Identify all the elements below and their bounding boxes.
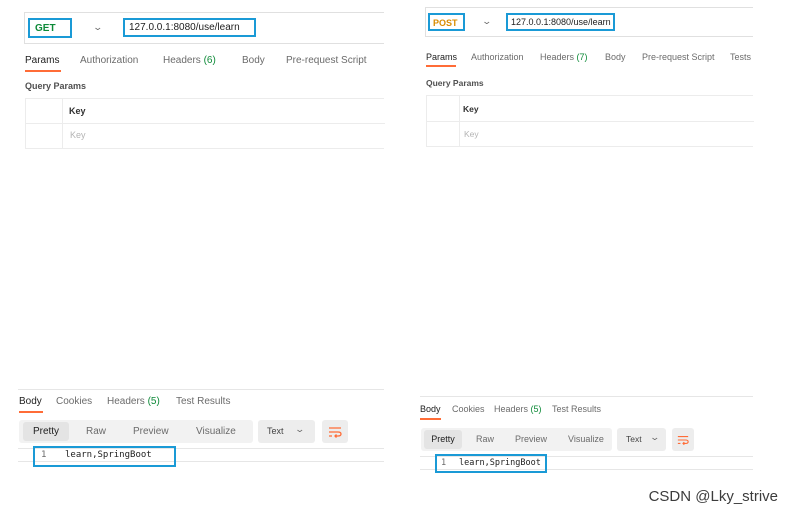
- right-response-tab-headers[interactable]: Headers (5): [494, 404, 542, 414]
- wrap-lines-icon: [329, 426, 342, 438]
- left-response-tab-headers-count: (5): [147, 396, 160, 407]
- right-tab-authorization[interactable]: Authorization: [471, 52, 524, 62]
- left-format-pretty-button[interactable]: Pretty: [23, 422, 69, 441]
- right-format-visualize-button[interactable]: Visualize: [568, 434, 604, 444]
- right-key-column-header: Key: [463, 104, 479, 114]
- right-wrap-lines-button[interactable]: [672, 428, 694, 451]
- left-response-tab-body[interactable]: Body: [19, 396, 42, 407]
- right-response-code-line: 1 learn,SpringBoot: [441, 458, 541, 468]
- right-format-pretty-button[interactable]: Pretty: [424, 430, 462, 449]
- left-response-code-line: 1 learn,SpringBoot: [41, 450, 152, 460]
- right-key-input[interactable]: Key: [464, 129, 479, 139]
- left-code-line-number: 1: [41, 450, 47, 460]
- right-method-label[interactable]: POST: [433, 16, 458, 30]
- right-response-tab-headers-count: (5): [530, 404, 542, 414]
- left-params-table-row-line: [26, 123, 385, 124]
- watermark: CSDN @Lky_strive: [648, 488, 778, 505]
- right-code-line-number: 1: [441, 458, 447, 468]
- left-response-tab-test-results[interactable]: Test Results: [176, 396, 230, 407]
- right-format-select-chevron-down-icon: ⌄: [649, 432, 661, 442]
- left-code-line-text: learn,SpringBoot: [65, 450, 152, 460]
- left-tab-body[interactable]: Body: [242, 55, 265, 66]
- left-url-input[interactable]: 127.0.0.1:8080/use/learn: [129, 22, 240, 33]
- left-response-tab-cookies[interactable]: Cookies: [56, 396, 92, 407]
- right-response-tab-headers-label: Headers: [494, 404, 529, 414]
- right-params-table-row-line: [427, 121, 754, 122]
- right-tab-headers-label: Headers: [540, 52, 575, 62]
- right-tab-body[interactable]: Body: [605, 52, 626, 62]
- right-format-select[interactable]: Text ⌄: [617, 428, 666, 451]
- right-url-input[interactable]: 127.0.0.1:8080/use/learn: [511, 17, 611, 27]
- right-response-tab-body[interactable]: Body: [420, 404, 441, 414]
- left-format-preview-button[interactable]: Preview: [133, 426, 169, 437]
- right-code-line-text: learn,SpringBoot: [459, 458, 541, 468]
- right-response-tab-body-underline: [420, 418, 441, 420]
- left-response-tab-headers[interactable]: Headers (5): [107, 396, 160, 407]
- left-tab-authorization[interactable]: Authorization: [80, 55, 138, 66]
- right-response-tab-test-results[interactable]: Test Results: [552, 404, 601, 414]
- left-tab-params-underline: [25, 70, 61, 72]
- left-method-chevron-down-icon[interactable]: ⌄: [92, 22, 103, 33]
- right-response-tab-cookies[interactable]: Cookies: [452, 404, 485, 414]
- wrap-lines-icon: [677, 435, 689, 445]
- left-tab-headers[interactable]: Headers (6): [163, 55, 216, 66]
- right-response-divider: [420, 396, 753, 397]
- left-tab-params[interactable]: Params: [25, 55, 59, 66]
- right-tab-params[interactable]: Params: [426, 52, 457, 62]
- left-tab-headers-count: (6): [203, 55, 216, 66]
- right-tab-tests[interactable]: Tests: [730, 52, 751, 62]
- left-format-raw-button[interactable]: Raw: [86, 426, 106, 437]
- left-format-select-value: Text: [267, 426, 284, 436]
- right-tab-params-underline: [426, 65, 456, 67]
- left-format-select[interactable]: Text ⌄: [258, 420, 315, 443]
- left-key-input[interactable]: Key: [70, 130, 86, 140]
- left-method-label[interactable]: GET: [35, 22, 56, 36]
- right-query-params-title: Query Params: [426, 78, 484, 88]
- right-tab-headers[interactable]: Headers (7): [540, 52, 588, 62]
- left-tab-pre-request-script[interactable]: Pre-request Script: [286, 55, 367, 66]
- right-tab-pre-request-script[interactable]: Pre-request Script: [642, 52, 715, 62]
- left-key-column-header: Key: [69, 106, 86, 116]
- left-format-visualize-button[interactable]: Visualize: [196, 426, 236, 437]
- left-format-select-chevron-down-icon: ⌄: [294, 424, 306, 434]
- right-format-raw-button[interactable]: Raw: [476, 434, 494, 444]
- left-tab-headers-label: Headers: [163, 55, 201, 66]
- left-response-tab-body-underline: [19, 411, 43, 413]
- left-query-params-title: Query Params: [25, 81, 87, 91]
- right-tab-headers-count: (7): [576, 52, 588, 62]
- right-method-chevron-down-icon[interactable]: ⌄: [481, 16, 492, 27]
- right-format-select-value: Text: [626, 434, 642, 444]
- left-response-tab-headers-label: Headers: [107, 396, 145, 407]
- left-response-divider: [18, 389, 384, 390]
- right-format-preview-button[interactable]: Preview: [515, 434, 547, 444]
- left-wrap-lines-button[interactable]: [322, 420, 348, 443]
- right-params-table: [426, 95, 754, 147]
